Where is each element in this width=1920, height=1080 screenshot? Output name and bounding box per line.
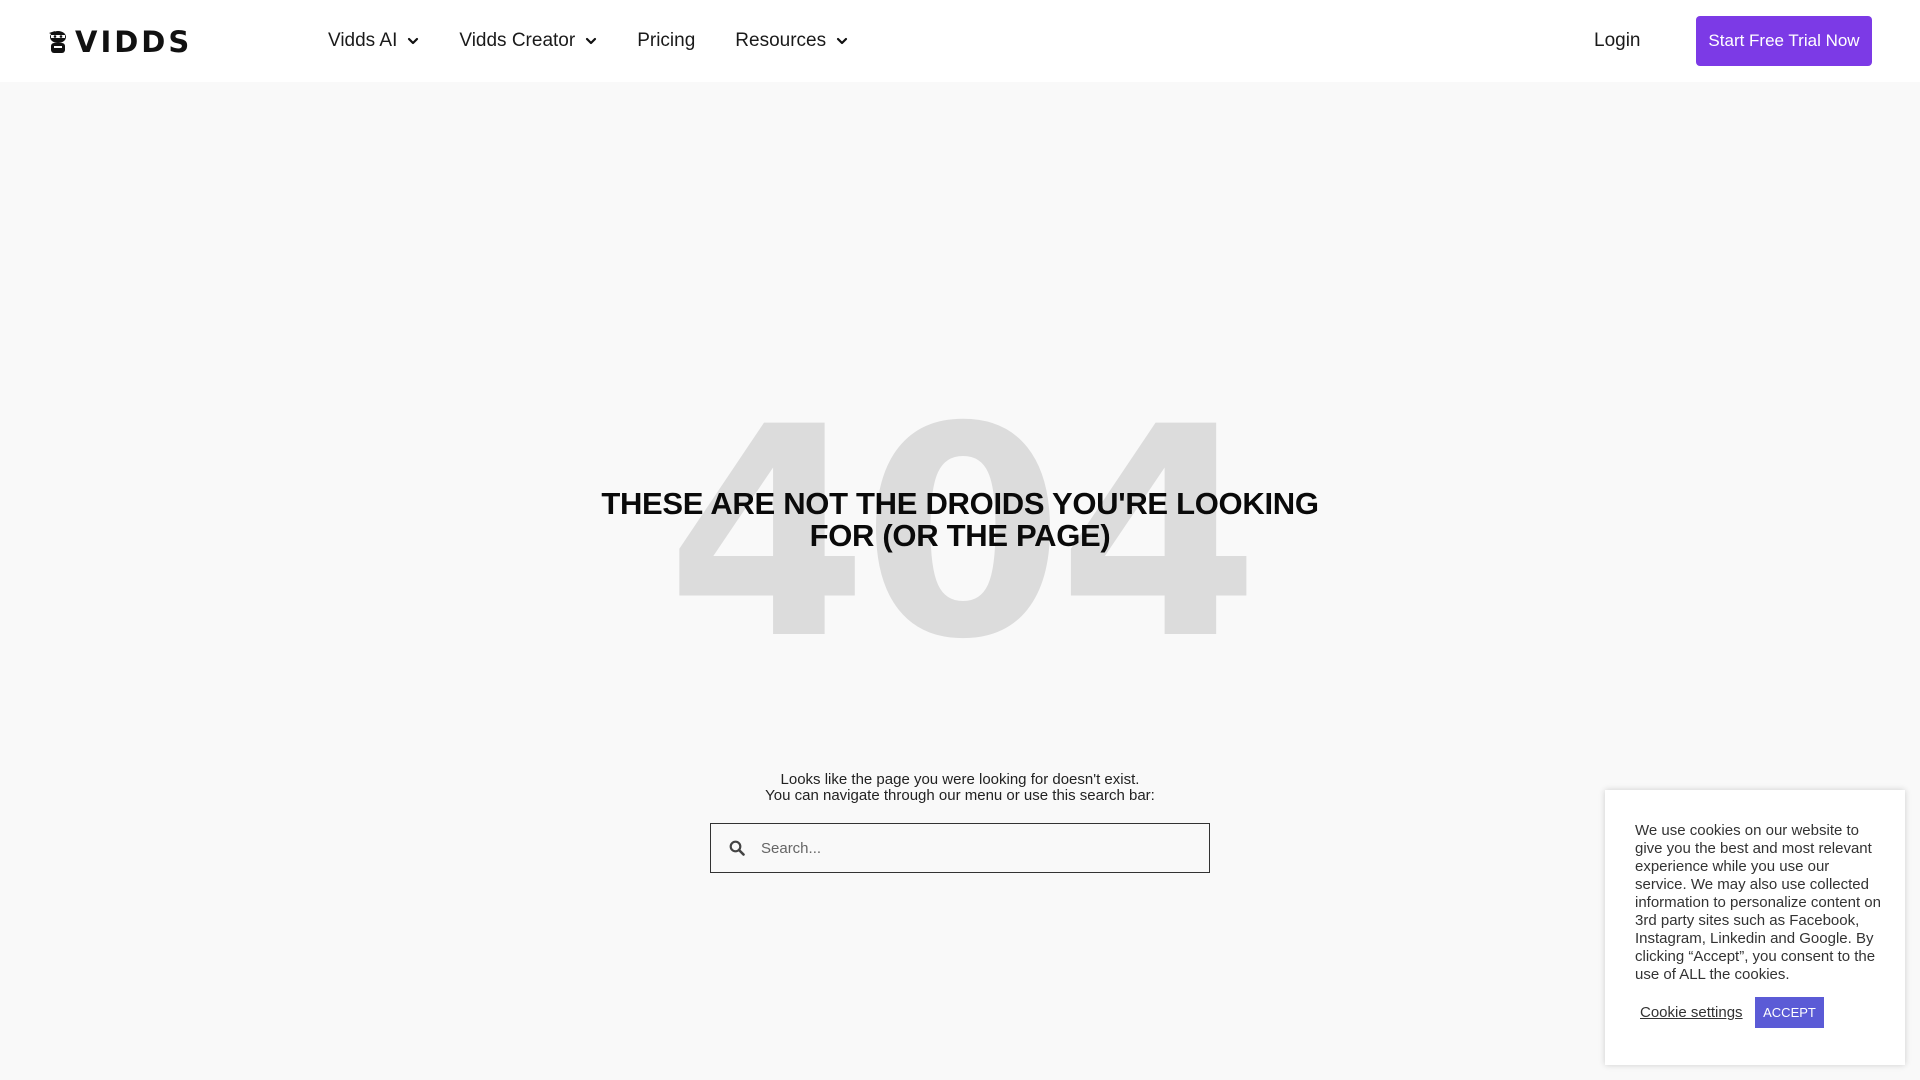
search-bar [710, 823, 1210, 873]
search-input[interactable] [759, 838, 1179, 858]
page-title-line: FOR (OR THE PAGE) [809, 518, 1111, 553]
login-link[interactable]: Login [1594, 30, 1641, 52]
nav-item-label: Pricing [637, 30, 696, 51]
nav-item-label: Resources [735, 30, 827, 51]
nav-item-pricing[interactable]: Pricing [637, 30, 695, 52]
start-free-trial-button[interactable]: Start Free Trial Now [1696, 16, 1872, 66]
search-icon[interactable] [729, 840, 745, 856]
cookie-message: We use cookies on our website to give yo… [1635, 822, 1881, 983]
logo-text: VIDDS [75, 25, 193, 59]
cookie-accept-button[interactable]: ACCEPT [1755, 997, 1824, 1028]
site-logo[interactable]: VIDDS [47, 26, 192, 58]
nav-item-resources[interactable]: Resources [735, 30, 848, 52]
nav-item-label: Vidds AI [328, 30, 398, 51]
chevron-down-icon [837, 37, 848, 45]
nav-item-label: Vidds Creator [459, 30, 576, 51]
cookie-settings-link[interactable]: Cookie settings [1640, 1004, 1743, 1021]
main-nav: Vidds AI Vidds Creator Pricing Resources [328, 0, 888, 82]
error-description: Looks like the page you were looking for… [560, 772, 1360, 804]
nav-item-vidds-creator[interactable]: Vidds Creator [459, 30, 597, 52]
error-description-line: You can navigate through our menu or use… [765, 787, 1155, 804]
error-description-line: Looks like the page you were looking for… [780, 771, 1140, 788]
page-title-line: THESE ARE NOT THE DROIDS YOU'RE LOOKING [601, 486, 1319, 521]
chevron-down-icon [586, 37, 597, 45]
logo-mascot-icon [49, 31, 66, 53]
cookie-banner: We use cookies on our website to give yo… [1605, 790, 1905, 1065]
site-header: VIDDS Vidds AI Vidds Creator Pricing Res… [0, 0, 1920, 82]
chevron-down-icon [408, 37, 419, 45]
page-title: THESE ARE NOT THE DROIDS YOU'RE LOOKING … [560, 488, 1360, 552]
nav-item-vidds-ai[interactable]: Vidds AI [328, 30, 419, 52]
